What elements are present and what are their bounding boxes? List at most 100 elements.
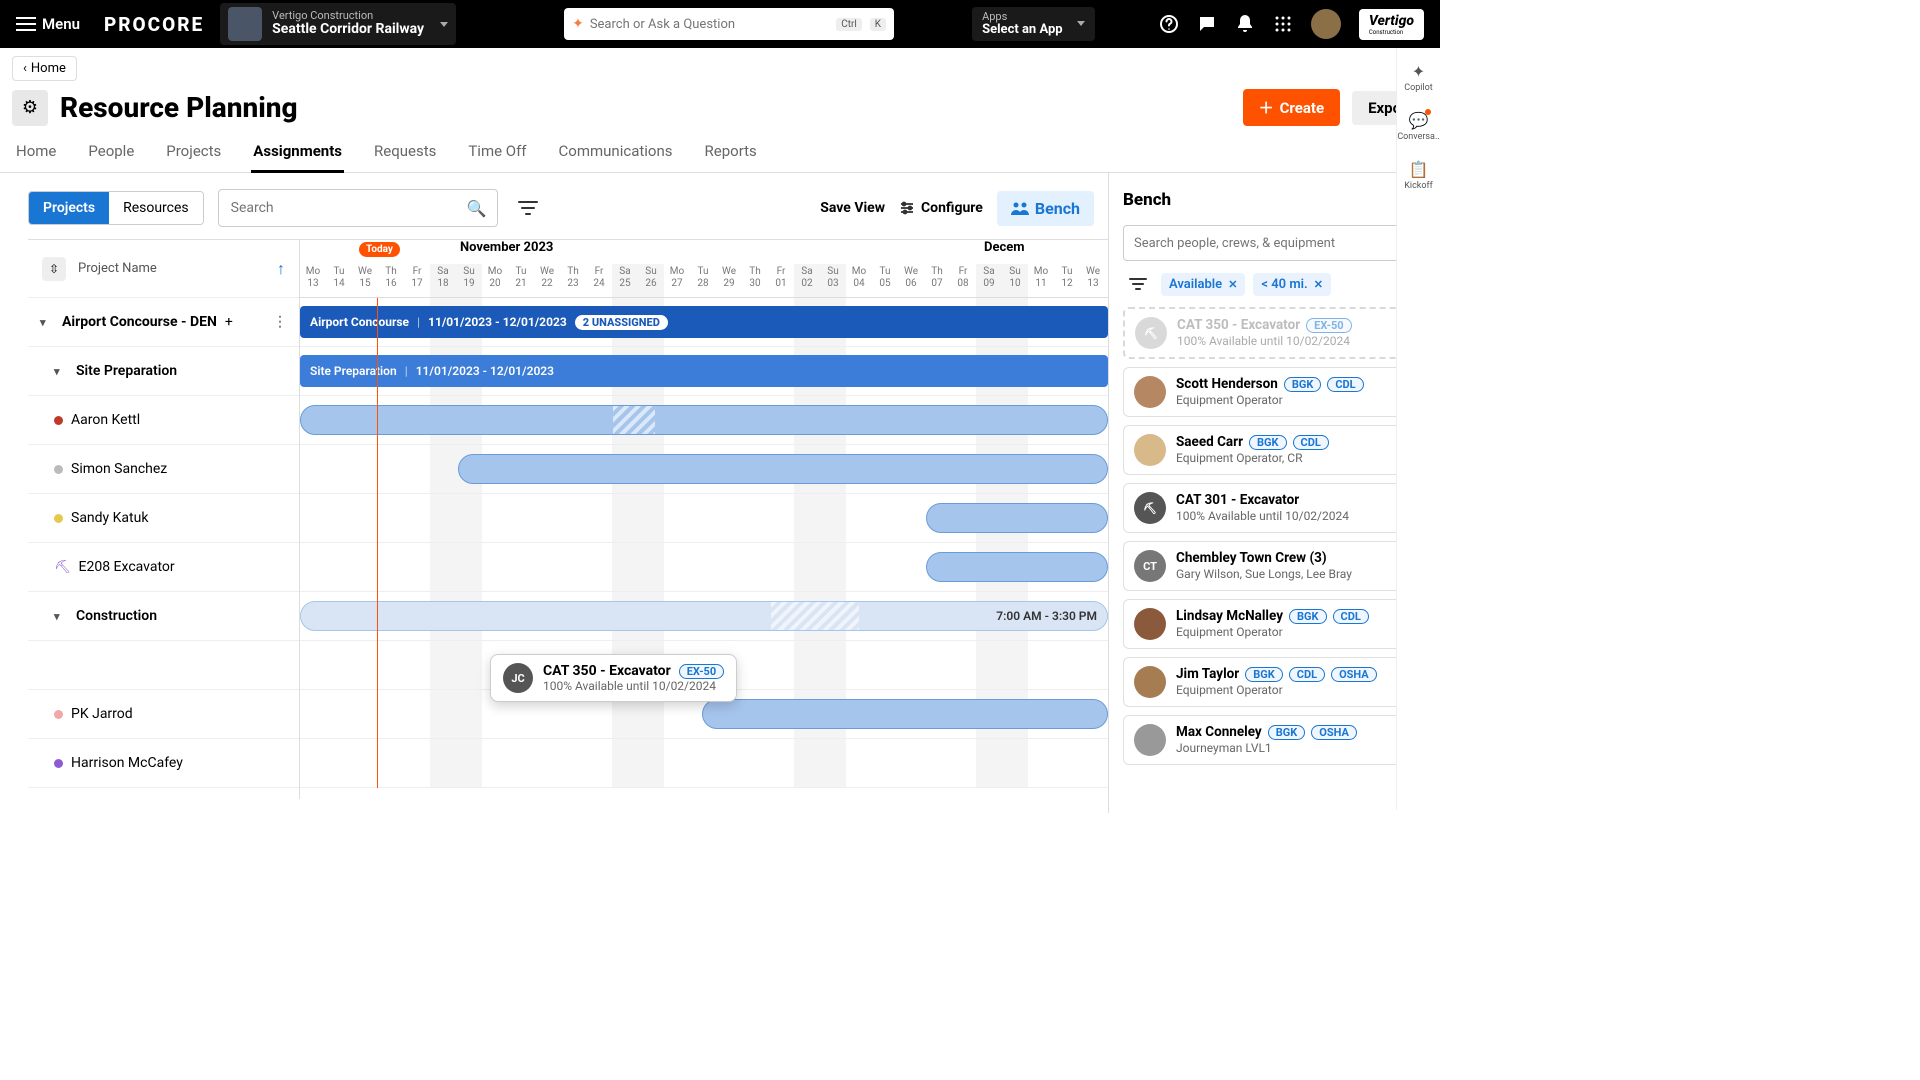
gantt-row[interactable]: Simon Sanchez (28, 445, 299, 494)
category-bar[interactable]: Site Preparation|11/01/2023 - 12/01/2023 (300, 355, 1108, 387)
assignment-bar[interactable] (926, 552, 1108, 582)
plus-icon: ＋ (1259, 97, 1274, 118)
tag-pill: BGK (1284, 377, 1322, 393)
bench-card[interactable]: Saeed CarrBGKCDLEquipment Operator, CR (1123, 425, 1426, 475)
gantt-search[interactable]: 🔍 (218, 189, 498, 227)
gantt-row[interactable]: Aaron Kettl (28, 396, 299, 445)
more-icon[interactable]: ⋮ (273, 314, 287, 330)
rail-kickoff[interactable]: 📋 Kickoff (1404, 160, 1433, 191)
bench-card[interactable]: Lindsay McNalleyBGKCDLEquipment Operator (1123, 599, 1426, 649)
bench-card[interactable]: Jim TaylorBGKCDLOSHAEquipment Operator (1123, 657, 1426, 707)
global-search[interactable]: ✦ Ctrl K (564, 8, 894, 40)
timeline-row[interactable]: Airport Concourse|11/01/2023 - 12/01/202… (300, 298, 1108, 347)
rail-copilot[interactable]: ✦ Copilot (1404, 62, 1433, 93)
configure-button[interactable]: Configure (899, 200, 983, 216)
chevron-down-icon[interactable]: ▾ (54, 610, 68, 623)
tab-home[interactable]: Home (14, 134, 58, 172)
equipment-icon: ⛏ (1135, 317, 1167, 349)
tag-pill: OSHA (1331, 667, 1377, 683)
settings-icon[interactable]: ⚙ (12, 90, 48, 126)
bench-card[interactable]: Scott HendersonBGKCDLEquipment Operator (1123, 367, 1426, 417)
help-icon[interactable] (1159, 14, 1179, 34)
timeline-row[interactable]: 7:00 AM - 3:30 PM (300, 592, 1108, 641)
gantt-row[interactable]: ▾Construction (28, 592, 299, 641)
timeline-row[interactable]: Site Preparation|11/01/2023 - 12/01/2023 (300, 347, 1108, 396)
drag-chip[interactable]: JC CAT 350 - Excavator EX-50 100% Availa… (490, 654, 737, 702)
global-search-input[interactable] (590, 17, 828, 32)
assignment-bar[interactable] (300, 405, 1108, 435)
bench-card-ghost[interactable]: ⛏ CAT 350 - Excavator EX-50 100% Availab… (1123, 307, 1426, 359)
bench-search[interactable]: 🔍 (1123, 225, 1426, 261)
seg-projects[interactable]: Projects (29, 192, 109, 224)
assignment-bar[interactable] (926, 503, 1108, 533)
seg-resources[interactable]: Resources (109, 192, 203, 224)
bench-button[interactable]: Bench (997, 191, 1094, 226)
gantt-timeline[interactable]: November 2023Decem Today Mo13Tu14We15Th1… (300, 240, 1108, 799)
gantt-row[interactable] (28, 641, 299, 690)
day-cell: Sa02 (794, 264, 820, 297)
gantt-search-input[interactable] (219, 200, 457, 216)
assignment-bar[interactable] (458, 454, 1108, 484)
category-bar[interactable]: 7:00 AM - 3:30 PM (300, 601, 1108, 631)
rail-conversations[interactable]: 💬 Conversa.. (1397, 111, 1439, 142)
timeline-row[interactable] (300, 445, 1108, 494)
filter-chip-distance[interactable]: < 40 mi.✕ (1253, 273, 1331, 296)
timeline-row[interactable] (300, 494, 1108, 543)
timeline-row[interactable] (300, 543, 1108, 592)
search-icon[interactable]: 🔍 (457, 199, 497, 218)
filter-chip-available[interactable]: Available✕ (1161, 273, 1245, 296)
gantt-row[interactable]: Harrison McCafey (28, 739, 299, 788)
filter-icon[interactable] (512, 194, 544, 222)
gantt-row[interactable]: Sandy Katuk (28, 494, 299, 543)
bench-card[interactable]: CTChembley Town Crew (3)Gary Wilson, Sue… (1123, 541, 1426, 591)
project-bar[interactable]: Airport Concourse|11/01/2023 - 12/01/202… (300, 306, 1108, 338)
remove-icon[interactable]: ✕ (1228, 278, 1237, 291)
collapse-all-icon[interactable]: ⇳ (42, 257, 66, 281)
bell-icon[interactable] (1235, 14, 1255, 34)
assignment-bar[interactable] (702, 699, 1108, 729)
tab-assignments[interactable]: Assignments (251, 134, 344, 173)
remove-icon[interactable]: ✕ (1314, 278, 1323, 291)
tab-requests[interactable]: Requests (372, 134, 438, 172)
left-header: ⇳ Project Name ↑ (28, 240, 299, 298)
bench-card[interactable]: Max ConneleyBGKOSHAJourneyman LVL1 (1123, 715, 1426, 765)
gantt-row[interactable]: PK Jarrod (28, 690, 299, 739)
tab-projects[interactable]: Projects (164, 134, 223, 172)
tab-time-off[interactable]: Time Off (466, 134, 528, 172)
create-button[interactable]: ＋ Create (1243, 89, 1341, 126)
sort-arrow-icon[interactable]: ↑ (277, 259, 285, 279)
day-header: Today Mo13Tu14We15Th16Fr17Sa18Su19Mo20Tu… (300, 264, 1108, 298)
tab-people[interactable]: People (86, 134, 136, 172)
chevron-left-icon: ‹ (23, 61, 27, 76)
chevron-down-icon[interactable]: ▾ (54, 365, 68, 378)
today-pill: Today (359, 242, 400, 257)
unassigned-pill[interactable]: 2 UNASSIGNED (575, 315, 668, 330)
bench-panel: Bench ✕ 🔍 Available✕ < 40 mi.✕ ⛏ CAT (1108, 173, 1440, 813)
chat-icon[interactable] (1197, 14, 1217, 34)
day-cell: Th30 (742, 264, 768, 297)
breadcrumb-home[interactable]: ‹ Home (12, 56, 77, 81)
menu-button[interactable]: Menu (8, 11, 88, 37)
chevron-down-icon[interactable]: ▾ (40, 316, 54, 329)
filter-icon[interactable] (1123, 271, 1153, 297)
user-avatar[interactable] (1311, 9, 1341, 39)
apps-selector[interactable]: Apps Select an App (972, 7, 1095, 41)
bench-search-input[interactable] (1124, 236, 1385, 251)
add-icon[interactable]: + (225, 314, 233, 330)
bench-card[interactable]: ⛏CAT 301 - Excavator100% Available until… (1123, 483, 1426, 533)
timeline-row[interactable] (300, 396, 1108, 445)
gantt-row[interactable]: ▾Airport Concourse - DEN +⋮ (28, 298, 299, 347)
timeline-row[interactable] (300, 739, 1108, 788)
status-dot (54, 465, 63, 474)
tab-communications[interactable]: Communications (557, 134, 675, 172)
apps-grid-icon[interactable] (1273, 14, 1293, 34)
gantt-row[interactable]: ⛏E208 Excavator (28, 543, 299, 592)
tag-pill: BGK (1289, 609, 1327, 625)
save-view-button[interactable]: Save View (820, 200, 885, 216)
tab-reports[interactable]: Reports (703, 134, 759, 172)
project-switcher[interactable]: Vertigo Construction Seattle Corridor Ra… (220, 3, 456, 45)
gantt-row[interactable]: ▾Site Preparation (28, 347, 299, 396)
procore-logo[interactable]: PROCORE (104, 13, 204, 36)
vertigo-badge: Vertigo Construction (1359, 9, 1424, 40)
tag-pill: OSHA (1311, 725, 1357, 741)
